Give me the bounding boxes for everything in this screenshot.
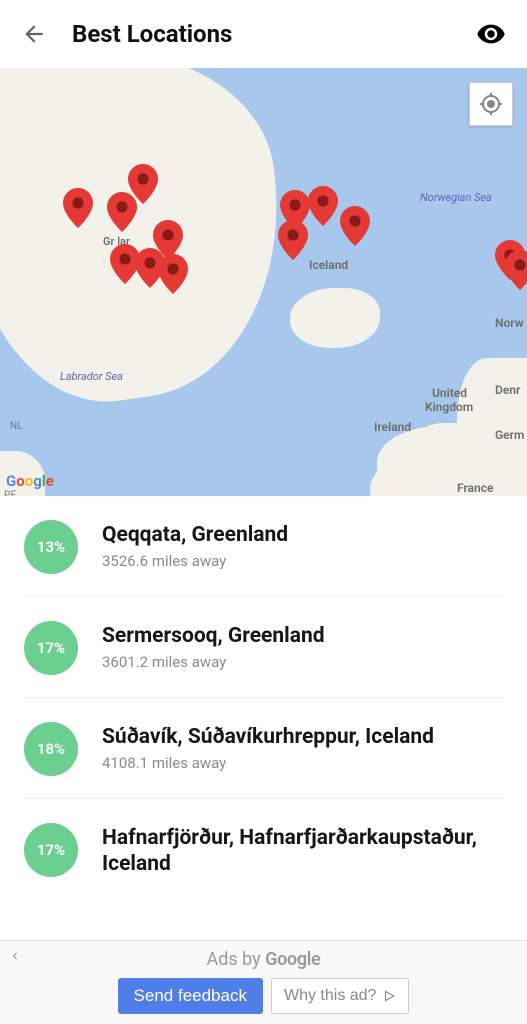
map-pin[interactable] (340, 206, 370, 246)
percent-badge: 18% (24, 722, 78, 776)
map-label-country: Germ (495, 428, 524, 442)
map-label-sea: Norwegian Sea (420, 191, 492, 204)
map-label-country: Kingdom (425, 400, 473, 414)
map-label-sea: Labrador Sea (60, 370, 123, 383)
ad-why-button[interactable]: Why this ad? (271, 978, 409, 1014)
location-name: Qeqqata, Greenland (102, 522, 288, 548)
map-attribution: Google (6, 472, 54, 490)
ad-byline-brand: Google (265, 949, 320, 970)
location-name: Sermersooq, Greenland (102, 623, 325, 649)
visibility-button[interactable] (473, 16, 509, 52)
ad-byline-prefix: Ads by (206, 949, 265, 970)
ad-byline: Ads by Google (0, 947, 527, 978)
location-name: Hafnarfjörður, Hafnarfjarðarkaupstaður, … (102, 825, 503, 878)
map-label-country: Denr (495, 383, 520, 397)
page-title: Best Locations (72, 20, 473, 48)
map-pin[interactable] (278, 220, 308, 260)
ad-close-button[interactable] (6, 947, 24, 965)
map-pin[interactable] (158, 254, 188, 294)
map-label-region: NL (10, 421, 23, 432)
percent-badge: 17% (24, 621, 78, 675)
ad-feedback-button[interactable]: Send feedback (118, 978, 263, 1014)
location-distance: 3601.2 miles away (102, 653, 325, 671)
landmass (290, 288, 380, 348)
percent-badge: 13% (24, 520, 78, 574)
arrow-left-icon (21, 21, 47, 47)
location-row[interactable]: 18% Súðavík, Súðavíkurhreppur, Iceland 4… (24, 698, 503, 799)
map-label-country: United (432, 386, 467, 400)
map-pin[interactable] (63, 188, 93, 228)
map-label-region: PE (4, 490, 17, 496)
back-button[interactable] (18, 18, 50, 50)
map-pin[interactable] (505, 250, 527, 290)
location-name: Súðavík, Súðavíkurhreppur, Iceland (102, 724, 434, 750)
map-view[interactable]: Norwegian Sea Labrador Sea Iceland Norw … (0, 68, 527, 496)
location-row[interactable]: 13% Qeqqata, Greenland 3526.6 miles away (24, 496, 503, 597)
ad-banner: Ads by Google Send feedback Why this ad? (0, 940, 527, 1024)
map-pin[interactable] (128, 164, 158, 204)
location-row[interactable]: 17% Sermersooq, Greenland 3601.2 miles a… (24, 597, 503, 698)
landmass (0, 68, 303, 418)
location-list: 13% Qeqqata, Greenland 3526.6 miles away… (0, 496, 527, 904)
eye-icon (476, 19, 506, 49)
crosshair-icon (479, 92, 503, 116)
location-distance: 3526.6 miles away (102, 552, 288, 570)
chevron-left-icon (8, 949, 22, 963)
ad-why-label: Why this ad? (284, 987, 376, 1005)
map-label-country: Iceland (309, 258, 348, 272)
location-row[interactable]: 17% Hafnarfjörður, Hafnarfjarðarkaupstað… (24, 799, 503, 904)
map-label-country: Ireland (374, 420, 411, 434)
map-label-country: France (457, 481, 493, 495)
adchoices-icon (382, 989, 396, 1003)
percent-badge: 17% (24, 823, 78, 877)
my-location-button[interactable] (469, 82, 513, 126)
map-pin[interactable] (308, 186, 338, 226)
location-distance: 4108.1 miles away (102, 754, 434, 772)
map-label-country: Norw (495, 316, 524, 330)
